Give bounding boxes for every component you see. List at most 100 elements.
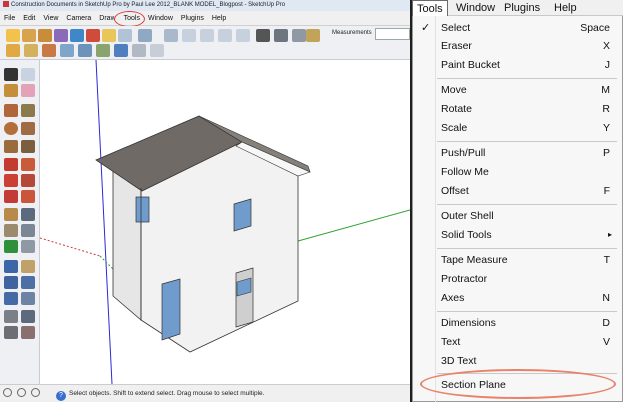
menu-edit[interactable]: Edit — [19, 11, 39, 26]
menu-file[interactable]: File — [0, 11, 19, 26]
position-camera-icon[interactable] — [4, 310, 18, 323]
orbit-icon[interactable] — [78, 44, 92, 57]
menu-separator — [437, 141, 617, 142]
rotate-tool-icon[interactable] — [4, 174, 18, 187]
rotate-icon[interactable] — [70, 29, 84, 42]
offset-tool-icon[interactable] — [21, 190, 35, 203]
menu-item-protractor[interactable]: Protractor — [413, 270, 622, 288]
zoom-tool-icon[interactable] — [4, 276, 18, 289]
menu-item-axes[interactable]: Axes N — [413, 289, 622, 307]
menu-view[interactable]: View — [39, 11, 62, 26]
right-view-icon[interactable] — [200, 29, 214, 42]
zoom-extents-tool-icon[interactable] — [4, 292, 18, 305]
line-icon[interactable] — [21, 104, 35, 117]
pencil-icon[interactable] — [306, 29, 320, 42]
menu-separator — [437, 311, 617, 312]
menu-item-paint-bucket[interactable]: Paint Bucket J — [413, 56, 622, 74]
scale-tool-icon[interactable] — [4, 190, 18, 203]
top-view-icon[interactable] — [164, 29, 178, 42]
dimension-icon[interactable] — [21, 208, 35, 221]
back-view-icon[interactable] — [218, 29, 232, 42]
menu-item-offset[interactable]: Offset F — [413, 182, 622, 200]
menu-item-select[interactable]: ✓ Select Space — [413, 19, 622, 37]
menu-item-push-pull[interactable]: Push/Pull P — [413, 144, 622, 162]
menu-window[interactable]: Window — [144, 11, 177, 26]
model-viewport[interactable] — [40, 60, 410, 384]
look-around-icon[interactable] — [4, 326, 18, 339]
eraser-tool-icon[interactable] — [21, 84, 35, 97]
paint-icon[interactable] — [4, 84, 18, 97]
share-model-icon[interactable] — [24, 44, 38, 57]
freehand-icon[interactable] — [21, 140, 35, 153]
protractor-icon[interactable] — [4, 224, 18, 237]
rectangle-icon[interactable] — [4, 104, 18, 117]
menu-item-eraser[interactable]: Eraser X — [413, 37, 622, 55]
menu-item-solid-tools[interactable]: Solid Tools ▸ — [413, 226, 622, 244]
menu-item-scale[interactable]: Scale Y — [413, 119, 622, 137]
tape-measure-icon[interactable] — [4, 208, 18, 221]
menu-plugins[interactable]: Plugins — [177, 11, 208, 26]
xray-style-icon[interactable] — [256, 29, 270, 42]
menu-item-move[interactable]: Move M — [413, 81, 622, 99]
text-tool-icon[interactable] — [21, 224, 35, 237]
measurements-input[interactable] — [375, 28, 410, 40]
paint-bucket-icon[interactable] — [38, 29, 52, 42]
orbit-tool-icon[interactable] — [4, 260, 18, 273]
section-plane-icon[interactable] — [60, 44, 74, 57]
polygon-icon[interactable] — [4, 140, 18, 153]
menu-item-dimensions[interactable]: Dimensions D — [413, 314, 622, 332]
circle-icon[interactable] — [4, 122, 18, 135]
move-icon[interactable] — [54, 29, 68, 42]
menu-item-outer-shell[interactable]: Outer Shell — [413, 207, 622, 225]
follow-me-tool-icon[interactable] — [21, 174, 35, 187]
menu-item-tape-measure[interactable]: Tape Measure T — [413, 251, 622, 269]
shaded-style-icon[interactable] — [292, 29, 306, 42]
3d-text-icon[interactable] — [21, 240, 35, 253]
get-models-icon[interactable] — [6, 44, 20, 57]
side-window — [135, 196, 150, 223]
arc-icon[interactable] — [21, 122, 35, 135]
iso-view-icon[interactable] — [138, 29, 152, 42]
select-icon[interactable] — [6, 29, 20, 42]
user-icon[interactable] — [31, 388, 40, 397]
credits-icon[interactable] — [17, 388, 26, 397]
move-tool-icon[interactable] — [4, 158, 18, 171]
scale-icon[interactable] — [86, 29, 100, 42]
geo-location-icon[interactable] — [3, 388, 12, 397]
zoom-window-icon[interactable] — [21, 276, 35, 289]
zoom-extents-icon[interactable] — [132, 44, 146, 57]
menu-separator — [437, 248, 617, 249]
follow-me-icon[interactable] — [118, 29, 132, 42]
push-pull-icon[interactable] — [102, 29, 116, 42]
menu-tools-open[interactable]: Tools — [412, 0, 448, 17]
walk-icon[interactable] — [21, 310, 35, 323]
menu-item-text[interactable]: Text V — [413, 333, 622, 351]
zoom-icon[interactable] — [114, 44, 128, 57]
menu-camera[interactable]: Camera — [62, 11, 95, 26]
menu-item-rotate[interactable]: Rotate R — [413, 100, 622, 118]
menu-item-3d-text[interactable]: 3D Text — [413, 352, 622, 370]
make-component-icon[interactable] — [21, 68, 35, 81]
upper-window — [233, 198, 252, 232]
select-arrow-icon[interactable] — [4, 68, 18, 81]
axes-icon[interactable] — [4, 240, 18, 253]
pan-tool-icon[interactable] — [21, 260, 35, 273]
menu-plugins[interactable]: Plugins — [500, 0, 544, 16]
menu-window[interactable]: Window — [452, 0, 499, 16]
previous-view-icon[interactable] — [150, 44, 164, 57]
previous-tool-icon[interactable] — [21, 292, 35, 305]
menu-help[interactable]: Help — [550, 0, 581, 16]
left-view-icon[interactable] — [236, 29, 250, 42]
eraser-icon[interactable] — [22, 29, 36, 42]
menu-help[interactable]: Help — [208, 11, 230, 26]
section-plane-tool-icon[interactable] — [21, 326, 35, 339]
wireframe-style-icon[interactable] — [274, 29, 288, 42]
blue-axis-line — [95, 60, 113, 384]
front-view-icon[interactable] — [182, 29, 196, 42]
push-pull-tool-icon[interactable] — [21, 158, 35, 171]
menu-item-follow-me[interactable]: Follow Me — [413, 163, 622, 181]
measurements-label: Measurements — [332, 30, 372, 36]
components-icon[interactable] — [42, 44, 56, 57]
pan-icon[interactable] — [96, 44, 110, 57]
help-icon[interactable]: ? — [56, 391, 66, 401]
